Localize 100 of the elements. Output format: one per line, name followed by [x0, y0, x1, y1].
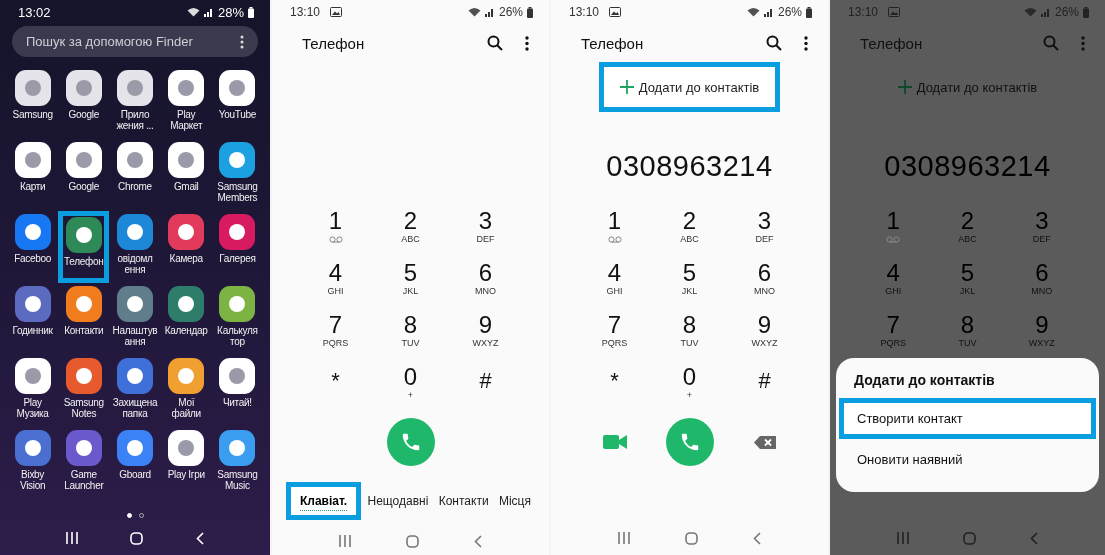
search-icon[interactable] [487, 35, 503, 51]
voicemail-icon [328, 236, 343, 243]
keypad-key[interactable]: 3 DEF [727, 202, 802, 254]
plus-icon [619, 80, 634, 94]
keypad-key[interactable]: 0 + [373, 358, 448, 410]
app-shortcut[interactable]: Годинник [7, 283, 59, 355]
app-shortcut[interactable]: Прило жения ... [109, 67, 161, 139]
keypad-key[interactable]: 2 ABC [373, 202, 448, 254]
app-shortcut[interactable]: Налаштув ання [109, 283, 161, 355]
voicemail-icon [886, 236, 901, 243]
tab[interactable]: Контакти [434, 488, 493, 514]
call-button[interactable] [386, 418, 435, 466]
dialed-number: 0308963214 [884, 150, 1051, 183]
status-time: 13:02 [18, 4, 51, 20]
keypad-key[interactable]: 8 TUV [652, 306, 727, 358]
app-shortcut[interactable]: Play Музика [7, 355, 59, 427]
app-shortcut[interactable]: Gboard [109, 427, 161, 499]
keypad-key[interactable]: # [727, 358, 802, 410]
signal-icon [484, 7, 495, 17]
keypad-key[interactable]: 4 GHI [577, 254, 652, 306]
wifi-icon [186, 7, 200, 17]
wifi-icon [467, 7, 481, 17]
keypad-key[interactable]: 5 JKL [652, 254, 727, 306]
app-title: Телефон [860, 34, 924, 52]
keypad-key[interactable]: 0 + [652, 358, 727, 410]
status-time: 13:10 [569, 5, 600, 19]
app-shortcut[interactable]: Gmail [160, 139, 212, 211]
keypad-key[interactable]: 2 ABC [652, 202, 727, 254]
app-shortcut[interactable]: Play Маркет [160, 67, 212, 139]
app-shortcut[interactable]: YouTube [211, 67, 263, 139]
app-shortcut[interactable]: Календар [160, 283, 212, 355]
battery-icon [1083, 6, 1089, 18]
keypad-key[interactable]: 9 WXYZ [448, 306, 523, 358]
keypad-key[interactable]: 4 GHI [298, 254, 373, 306]
search-bar[interactable]: Пошук за допомогою Finder [12, 26, 258, 57]
app-shortcut[interactable]: Samsung Members [211, 139, 263, 211]
tab[interactable]: Нещодавні [363, 488, 433, 514]
app-shortcut[interactable]: Google [58, 67, 110, 139]
wifi-icon [746, 7, 760, 17]
keypad-key[interactable]: 7 PQRS [577, 306, 652, 358]
app-shortcut[interactable]: Захищена папка [109, 355, 161, 427]
keypad-key[interactable]: 6 MNO [448, 254, 523, 306]
keypad-key[interactable]: 1 [577, 202, 652, 254]
sheet-option[interactable]: Створити контакт [839, 398, 1096, 439]
app-shortcut[interactable]: Chrome [109, 139, 161, 211]
signal-icon [763, 7, 774, 17]
add-to-contacts-button[interactable]: Додати до контактів [598, 62, 781, 112]
backspace-icon[interactable] [753, 435, 776, 449]
tab[interactable]: Клавіат. [286, 482, 362, 520]
search-field[interactable]: Пошук за допомогою Finder [26, 34, 234, 49]
search-icon[interactable] [766, 35, 782, 51]
keypad-key[interactable]: 5 JKL [373, 254, 448, 306]
app-shortcut[interactable]: Контакти [58, 283, 110, 355]
keypad-key[interactable]: # [448, 358, 523, 410]
more-icon[interactable] [240, 34, 244, 49]
app-title: Телефон [302, 34, 366, 52]
battery-percent: 26% [1054, 5, 1079, 19]
battery-icon [248, 6, 254, 18]
app-shortcut[interactable]: Телефон [58, 211, 110, 283]
battery-percent: 26% [777, 5, 802, 19]
app-shortcut[interactable]: Калькуля тор [211, 283, 263, 355]
app-shortcut[interactable]: Камера [160, 211, 212, 283]
app-shortcut[interactable]: Мої файли [160, 355, 212, 427]
app-shortcut[interactable]: Play Ігри [160, 427, 212, 499]
keypad-key[interactable]: * [577, 358, 652, 410]
sheet-title: Додати до контактів [853, 372, 996, 390]
app-shortcut[interactable]: Bixby Vision [7, 427, 59, 499]
battery-icon [806, 6, 812, 18]
app-title: Телефон [581, 34, 645, 52]
wifi-icon [1023, 7, 1037, 17]
sheet-option[interactable]: Оновити наявний [839, 439, 1096, 480]
video-call-icon[interactable] [602, 435, 627, 449]
app-shortcut[interactable]: Samsung Music [211, 427, 263, 499]
app-shortcut[interactable]: Галерея [211, 211, 263, 283]
dialed-number: 0308963214 [606, 150, 773, 183]
app-shortcut[interactable]: Game Launcher [58, 427, 110, 499]
app-shortcut[interactable]: Карти [7, 139, 59, 211]
app-shortcut[interactable]: Google [58, 139, 110, 211]
keypad-key[interactable]: 6 MNO [727, 254, 802, 306]
app-shortcut[interactable]: Samsung Notes [58, 355, 110, 427]
status-time: 13:10 [848, 5, 879, 19]
signal-icon [203, 7, 214, 17]
keypad-key[interactable]: 1 [298, 202, 373, 254]
keypad-key[interactable]: * [298, 358, 373, 410]
app-shortcut[interactable]: Читай! [211, 355, 263, 427]
call-button[interactable] [665, 418, 714, 466]
keypad-key[interactable]: 3 DEF [448, 202, 523, 254]
keypad-key[interactable]: 7 PQRS [298, 306, 373, 358]
tab[interactable]: Місця [494, 488, 535, 514]
image-icon [609, 7, 622, 17]
battery-percent: 28% [217, 4, 244, 20]
app-shortcut[interactable]: овідомл ення [109, 211, 161, 283]
app-shortcut[interactable]: Faceboo [7, 211, 59, 283]
more-icon[interactable] [804, 35, 808, 51]
plus-icon [897, 80, 912, 94]
more-icon[interactable] [525, 35, 529, 51]
app-shortcut[interactable]: Samsung [7, 67, 59, 139]
battery-percent: 26% [498, 5, 523, 19]
keypad-key[interactable]: 9 WXYZ [727, 306, 802, 358]
keypad-key[interactable]: 8 TUV [373, 306, 448, 358]
